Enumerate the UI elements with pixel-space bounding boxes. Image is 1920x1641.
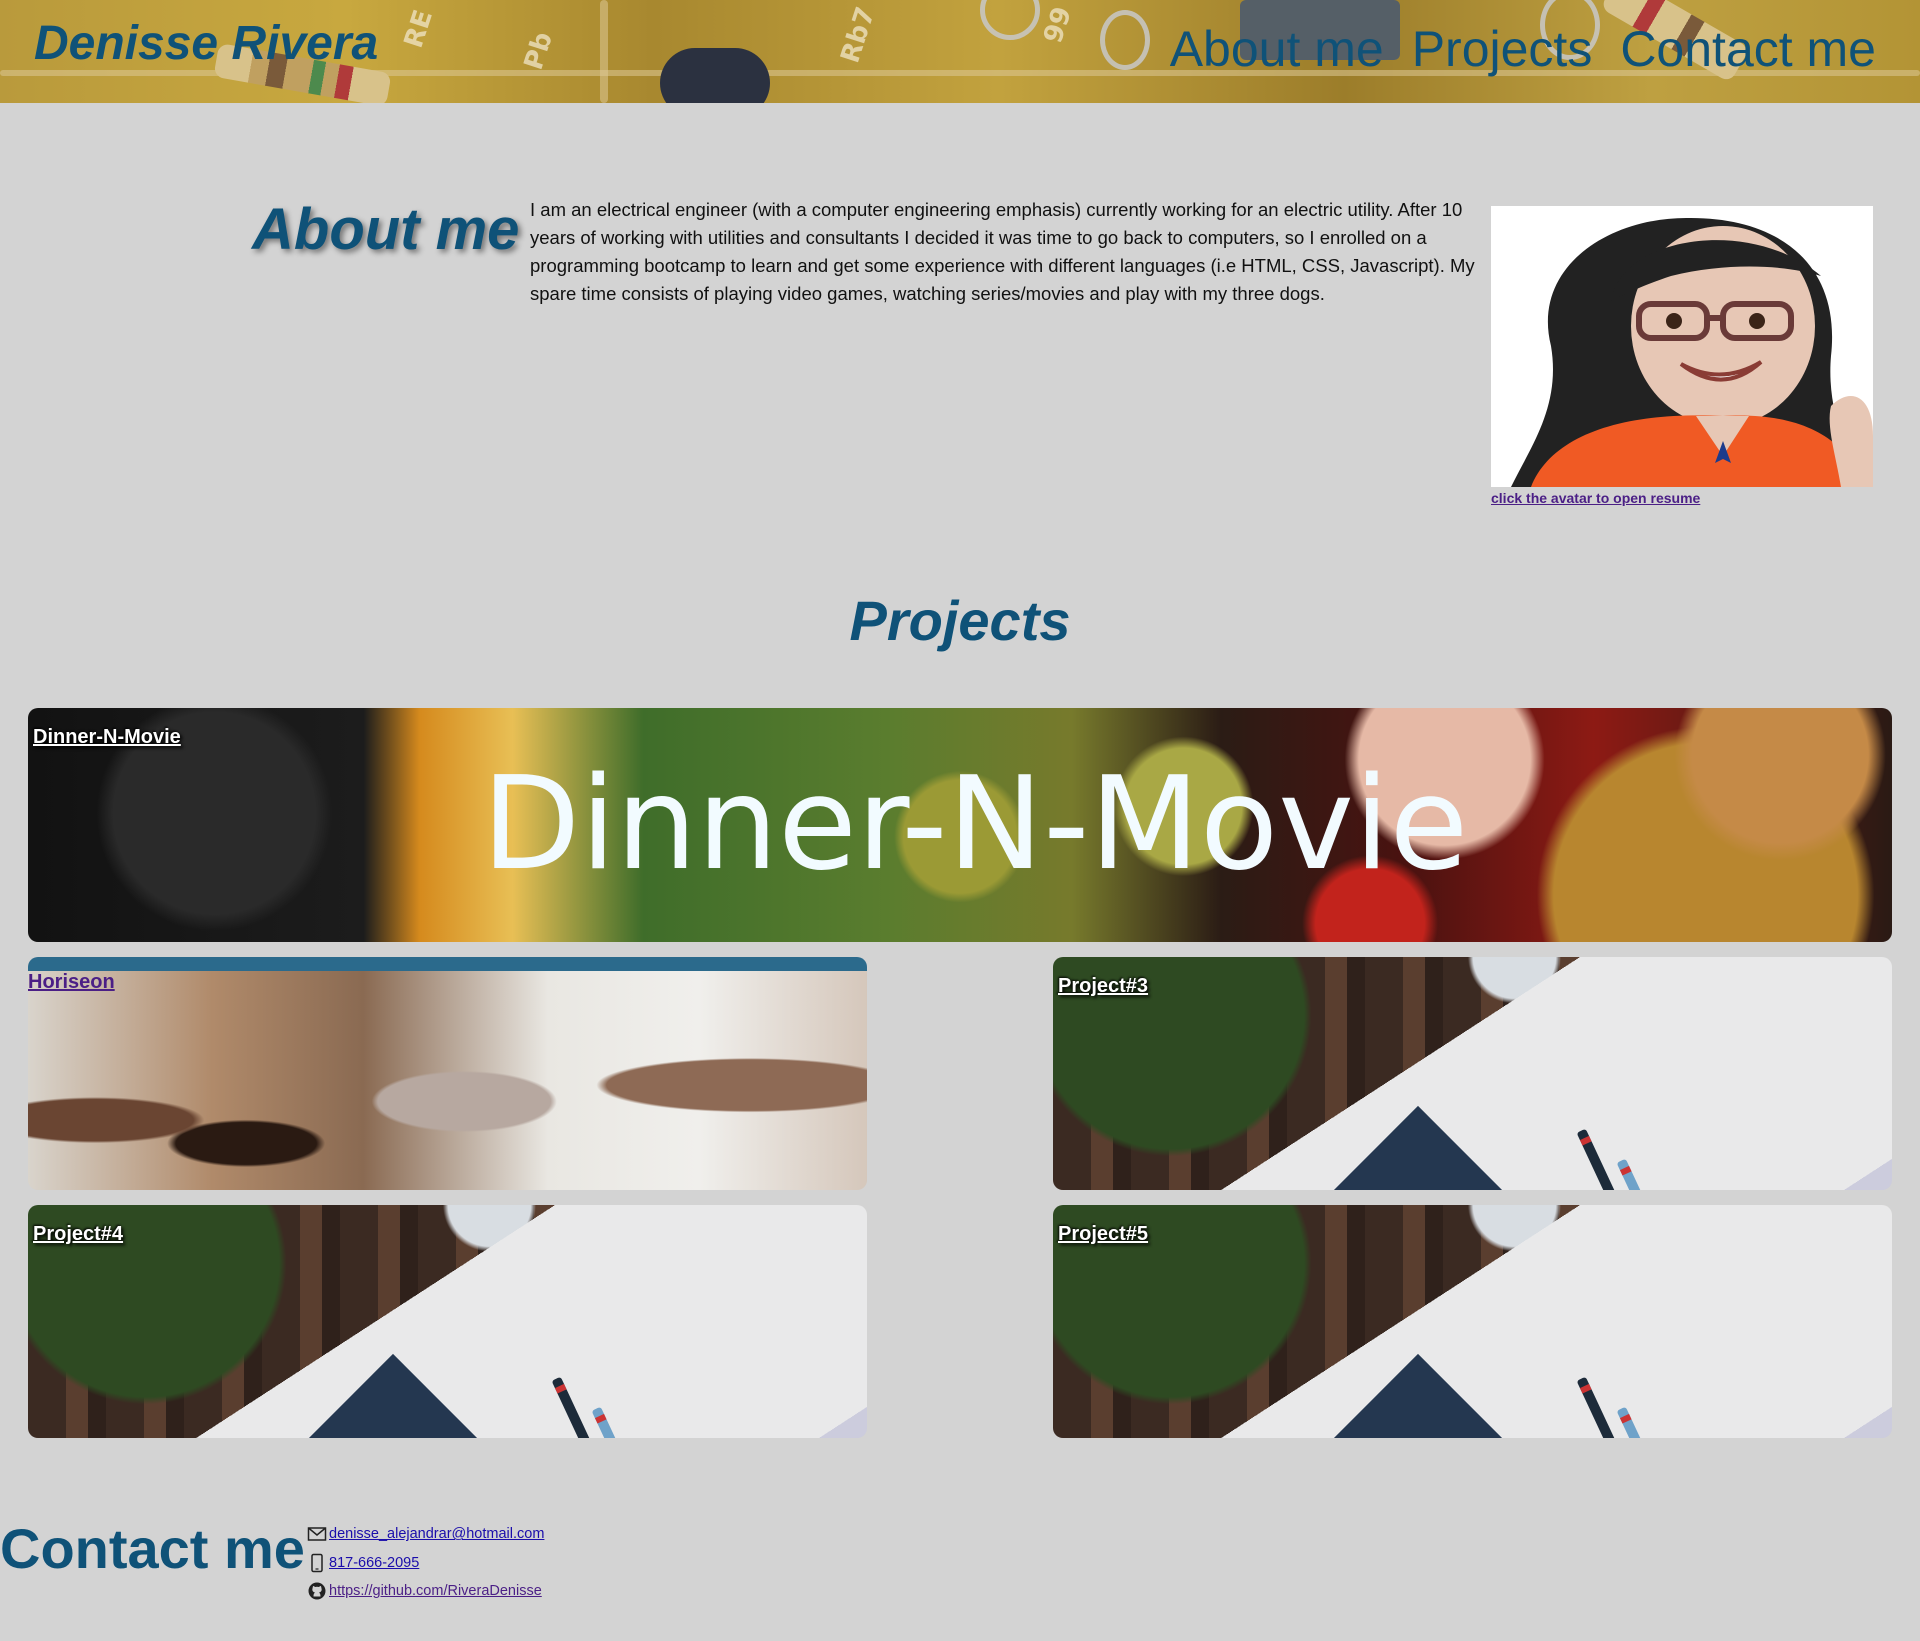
pcb-silkscreen: Pb (518, 28, 559, 74)
pencil-image (1616, 1158, 1660, 1190)
capacitor-image (660, 48, 770, 103)
pcb-silkscreen: Rb7 (835, 3, 882, 67)
pcb-silkscreen: RE (398, 6, 439, 52)
avatar-image (1491, 206, 1873, 487)
pcb-trace (600, 0, 608, 103)
project-link-dinner-n-movie[interactable]: Dinner-N-Movie (33, 726, 181, 749)
site-title: Denisse Rivera (34, 17, 379, 70)
project-card-3[interactable]: Project#3 (1053, 957, 1892, 1190)
nav-projects[interactable]: Projects (1412, 20, 1593, 78)
contact-phone-row: 817-666-2095 (307, 1549, 544, 1578)
pcb-silkscreen: 99 (1038, 3, 1078, 47)
project-link-4[interactable]: Project#4 (33, 1223, 123, 1246)
nav-about-me[interactable]: About me (1170, 20, 1384, 78)
notebook-image (1311, 1353, 1525, 1438)
project-card-4[interactable]: Project#4 (28, 1205, 867, 1438)
pencil-image (591, 1406, 635, 1438)
phone-link[interactable]: 817-666-2095 (329, 1555, 419, 1571)
pencil-image (1576, 1376, 1620, 1438)
contact-title: Contact me (0, 1517, 305, 1580)
project-card-horiseon[interactable]: Horiseon (28, 957, 867, 1190)
pencil-image (1616, 1406, 1660, 1438)
pencil-image (1576, 1128, 1620, 1190)
project-link-5[interactable]: Project#5 (1058, 1223, 1148, 1246)
project-card-dinner-n-movie[interactable]: Dinner-N-Movie Dinner-N-Movie (28, 708, 1892, 942)
contact-email-row: denisse_alejandrar@hotmail.com (307, 1520, 544, 1549)
nav-contact-me[interactable]: Contact me (1620, 20, 1876, 78)
notebook-image (286, 1353, 500, 1438)
about-title: About me (252, 197, 520, 262)
github-icon (308, 1582, 326, 1600)
wire-loop (1100, 10, 1150, 70)
project-card-5[interactable]: Project#5 (1053, 1205, 1892, 1438)
about-text: I am an electrical engineer (with a comp… (530, 199, 1475, 304)
projects-title: Projects (849, 589, 1071, 652)
project-banner-text: Dinner-N-Movie (481, 750, 1469, 899)
envelope-icon (307, 1527, 327, 1541)
pencil-image (551, 1376, 595, 1438)
wire-loop (980, 0, 1040, 40)
github-link[interactable]: https://github.com/RiveraDenisse (329, 1583, 542, 1599)
avatar[interactable] (1491, 206, 1873, 487)
email-link[interactable]: denisse_alejandrar@hotmail.com (329, 1526, 544, 1542)
phone-icon (311, 1553, 323, 1572)
contact-list: denisse_alejandrar@hotmail.com 817-666-2… (307, 1520, 544, 1606)
project-link-3[interactable]: Project#3 (1058, 975, 1148, 998)
project-link-horiseon[interactable]: Horiseon (28, 971, 115, 994)
main-nav: About me Projects Contact me (1170, 20, 1876, 78)
notebook-image (1311, 1105, 1525, 1190)
contact-github-row: https://github.com/RiveraDenisse (307, 1577, 544, 1606)
resume-link[interactable]: click the avatar to open resume (1491, 490, 1700, 506)
site-header: RE Pb Rb7 99 Denisse Rivera About me Pro… (0, 0, 1920, 103)
